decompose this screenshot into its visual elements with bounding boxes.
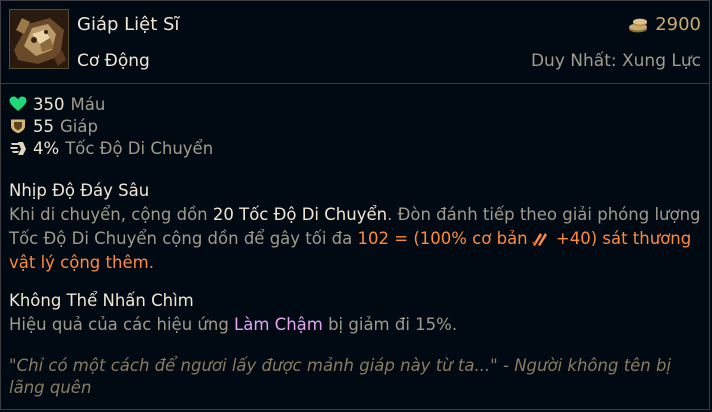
- passive-description: Khi di chuyển, cộng dồn 20 Tốc Độ Di Chu…: [9, 203, 703, 275]
- stat-value: 4%: [33, 138, 60, 158]
- desc-text: bị giảm đi 15%.: [322, 315, 458, 334]
- passive-title: Nhịp Độ Đáy Sâu: [9, 181, 150, 200]
- item-cost: 2900: [627, 14, 701, 35]
- gold-coins-icon: [629, 18, 648, 32]
- boot-icon: [10, 142, 26, 155]
- move-speed-stack-value: 20 Tốc Độ Di Chuyển: [212, 205, 388, 224]
- passive-description: Hiệu quả của các hiệu ứng Làm Chậm bị gi…: [9, 313, 703, 337]
- stat-label: Tốc Độ Di Chuyển: [65, 138, 214, 158]
- damage-formula: 102 = (100% cơ bản: [357, 229, 528, 248]
- item-name: Giáp Liệt Sĩ: [77, 14, 180, 35]
- stat-row-move-speed: 4% Tốc Độ Di Chuyển: [9, 137, 213, 159]
- passive-deep-pace: Nhịp Độ Đáy Sâu Khi di chuyển, cộng dồn …: [9, 179, 703, 275]
- cost-value: 2900: [655, 14, 701, 35]
- desc-text: .: [148, 253, 154, 272]
- item-tooltip: Giáp Liệt Sĩ Cơ Động 2900 Duy Nhất: Xung…: [0, 0, 710, 410]
- stat-row-health: 350 Máu: [9, 93, 213, 115]
- slow-keyword: Làm Chậm: [234, 315, 323, 334]
- tooltip-header: Giáp Liệt Sĩ Cơ Động 2900 Duy Nhất: Xung…: [1, 1, 709, 84]
- lore-quote: "Chỉ có một cách để ngươi lấy được mảnh …: [9, 356, 672, 397]
- attack-damage-icon: [531, 233, 547, 246]
- passive-title: Không Thể Nhấn Chìm: [9, 291, 194, 310]
- stat-value: 350: [33, 94, 65, 114]
- unique-label: Duy Nhất: Xung Lực: [530, 51, 701, 71]
- passive-unsinkable: Không Thể Nhấn Chìm Hiệu quả của các hiệ…: [9, 289, 703, 337]
- stats-list: 350 Máu 55 Giáp 4% Tốc Độ Di Chuyển: [9, 93, 213, 159]
- shield-icon: [11, 119, 25, 134]
- stat-value: 55: [33, 116, 54, 136]
- desc-text: Hiệu quả của các hiệu ứng: [9, 315, 235, 334]
- stat-label: Giáp: [60, 116, 98, 136]
- stat-label: Máu: [70, 94, 106, 114]
- heart-icon: [9, 96, 27, 111]
- martyr-armor-icon: [9, 9, 69, 69]
- desc-text: Khi di chuyển, cộng dồn: [9, 205, 213, 224]
- item-type: Cơ Động: [77, 51, 150, 71]
- stat-row-armor: 55 Giáp: [9, 115, 213, 137]
